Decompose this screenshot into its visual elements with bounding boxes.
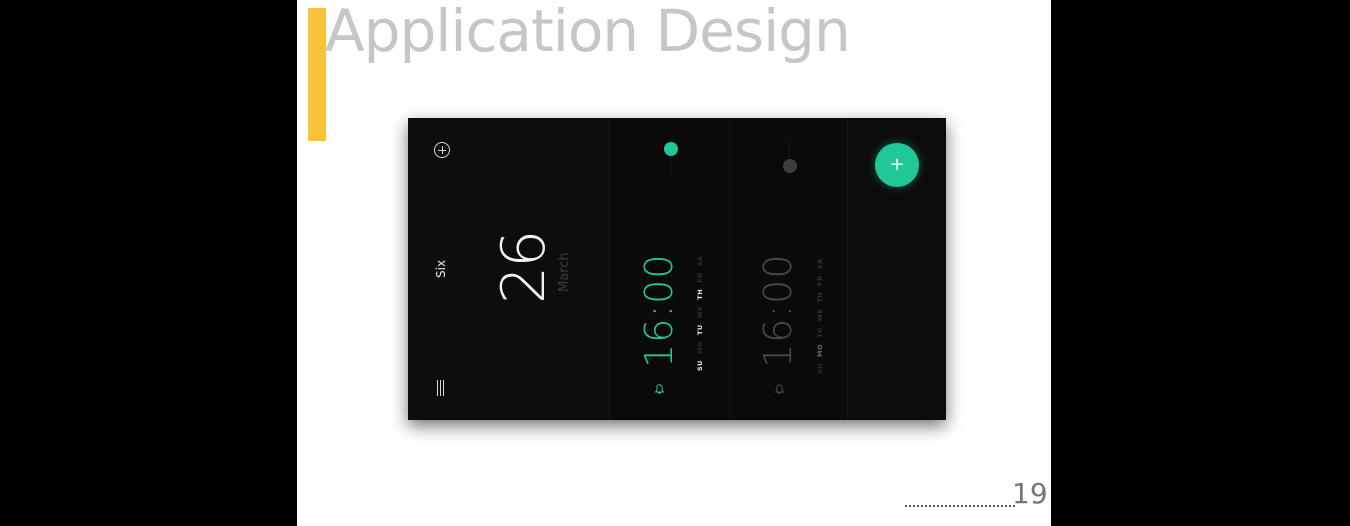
menu-icon[interactable] [437, 380, 445, 396]
page-number-leader [905, 505, 1015, 507]
month-name: March [557, 252, 572, 292]
add-alarm-panel: + [847, 118, 946, 420]
weekday-sa[interactable]: SA [816, 259, 825, 270]
date-number: 26 [489, 231, 559, 304]
weekday-tu[interactable]: TU [816, 327, 825, 338]
alarm-toggle-on[interactable] [664, 142, 678, 156]
alarm-card-active[interactable]: 16:00 SU MO TU WE TH FR SA [609, 118, 730, 420]
alarm-toggle-track [789, 140, 790, 160]
add-circle-icon[interactable] [434, 142, 450, 158]
day-name: Six [434, 259, 448, 278]
alarm-toggle-off[interactable] [783, 159, 797, 173]
weekday-sa[interactable]: SA [696, 256, 705, 267]
weekday-we[interactable]: WE [696, 306, 705, 319]
add-alarm-button[interactable]: + [875, 143, 919, 187]
weekday-th[interactable]: TH [696, 289, 705, 300]
weekday-fr[interactable]: FR [696, 272, 705, 282]
weekday-mo[interactable]: MO [816, 344, 825, 357]
alarm-time[interactable]: 16:00 [756, 253, 800, 368]
bell-icon [655, 384, 664, 394]
bell-icon [775, 384, 784, 394]
slide-title: Application Design [325, 0, 851, 65]
weekday-fr[interactable]: FR [816, 275, 825, 285]
weekday-su[interactable]: SU [696, 360, 705, 371]
date-panel: Six 26 March [408, 118, 609, 420]
alarm-time[interactable]: 16:00 [637, 253, 681, 368]
weekday-su[interactable]: SU [816, 363, 825, 374]
weekday-row: SU MO TU WE TH FR SA [816, 259, 825, 374]
alarm-app-screen: Six 26 March 16:00 SU MO TU WE TH FR SA 16:00 … [408, 118, 946, 420]
page-number: 19 [1012, 477, 1048, 510]
weekday-th[interactable]: TH [816, 292, 825, 303]
alarm-card-inactive[interactable]: 16:00 SU MO TU WE TH FR SA [729, 118, 848, 420]
weekday-row: SU MO TU WE TH FR SA [696, 256, 705, 371]
weekday-we[interactable]: WE [816, 309, 825, 322]
weekday-tu[interactable]: TU [696, 324, 705, 335]
weekday-mo[interactable]: MO [696, 341, 705, 354]
alarm-toggle-track [670, 156, 671, 176]
title-accent-bar [308, 8, 326, 141]
